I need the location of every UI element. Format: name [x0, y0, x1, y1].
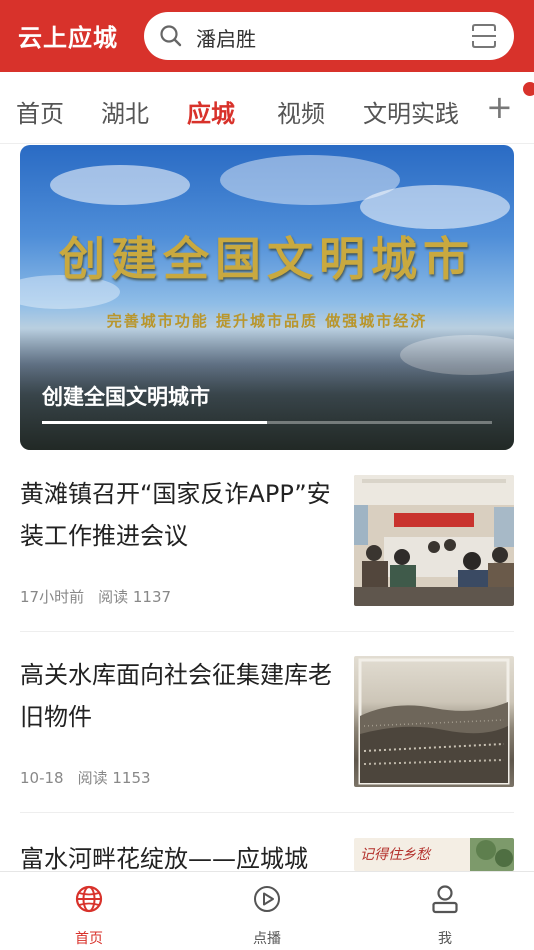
channel-tabs: 首页 湖北 应城 视频 文明实践 +: [0, 72, 534, 144]
search-icon: [160, 25, 182, 47]
add-channel-button[interactable]: +: [486, 88, 513, 126]
app-root: 云上应城 潘启胜 首页 湖北 应城 视频 文明实践 + 创建全国文明城市 完善城…: [0, 0, 534, 950]
news-title[interactable]: 黄滩镇召开“国家反诈APP”安装工作推进会议: [20, 473, 336, 557]
news-reads: 阅读 1153: [77, 769, 151, 787]
search-input-value[interactable]: 潘启胜: [196, 23, 256, 52]
poster-photo: [470, 838, 514, 871]
bottom-navigation: 首页 点播 我: [0, 871, 534, 950]
banner-progress-fill: [42, 421, 267, 424]
news-time: 17小时前: [20, 588, 85, 606]
news-time: 10-18: [20, 769, 64, 787]
banner-progress: [42, 421, 492, 424]
news-reads: 阅读 1137: [98, 588, 172, 606]
nav-me[interactable]: 我: [356, 872, 534, 950]
scan-icon[interactable]: [470, 22, 498, 50]
banner-caption: 创建全国文明城市: [42, 385, 210, 409]
nav-me-label: 我: [438, 931, 452, 947]
notification-dot: [523, 82, 534, 96]
divider: [20, 631, 514, 632]
featured-banner[interactable]: 创建全国文明城市 完善城市功能 提升城市品质 做强城市经济 创建全国文明城市: [20, 145, 514, 450]
play-circle-icon: [254, 886, 280, 912]
archive-photo: [358, 658, 510, 785]
tab-home[interactable]: 首页: [16, 94, 64, 129]
banner-image-slogan: 完善城市功能 提升城市品质 做强城市经济: [106, 312, 428, 330]
user-icon: [432, 885, 458, 914]
news-thumbnail[interactable]: 记得住乡愁: [354, 838, 514, 871]
globe-icon: [75, 885, 103, 913]
meeting-photo: [354, 475, 514, 606]
nav-home[interactable]: 首页: [0, 872, 178, 950]
banner-image-text: 创建全国文明城市: [59, 232, 475, 286]
tab-video[interactable]: 视频: [277, 94, 325, 129]
search-bar[interactable]: 潘启胜: [144, 12, 514, 60]
news-item[interactable]: 高关水库面向社会征集建库老旧物件 10-18 阅读 1153: [20, 654, 514, 794]
news-item[interactable]: 黄滩镇召开“国家反诈APP”安装工作推进会议 17小时前 阅读 1137: [20, 473, 514, 613]
news-title[interactable]: 高关水库面向社会征集建库老旧物件: [20, 654, 336, 738]
news-meta: 17小时前 阅读 1137: [20, 586, 171, 607]
news-thumbnail[interactable]: [354, 475, 514, 606]
nav-home-label: 首页: [75, 931, 103, 947]
nav-on-demand-label: 点播: [253, 931, 281, 947]
divider: [20, 812, 514, 813]
tab-civilization[interactable]: 文明实践: [363, 94, 459, 129]
app-title: 云上应城: [18, 24, 118, 52]
nav-on-demand[interactable]: 点播: [178, 872, 356, 950]
top-bar: 云上应城 潘启胜: [0, 0, 534, 72]
news-meta: 10-18 阅读 1153: [20, 767, 151, 788]
news-thumbnail[interactable]: [354, 656, 514, 787]
tab-hubei[interactable]: 湖北: [101, 94, 149, 129]
tab-yingcheng[interactable]: 应城: [187, 94, 235, 129]
